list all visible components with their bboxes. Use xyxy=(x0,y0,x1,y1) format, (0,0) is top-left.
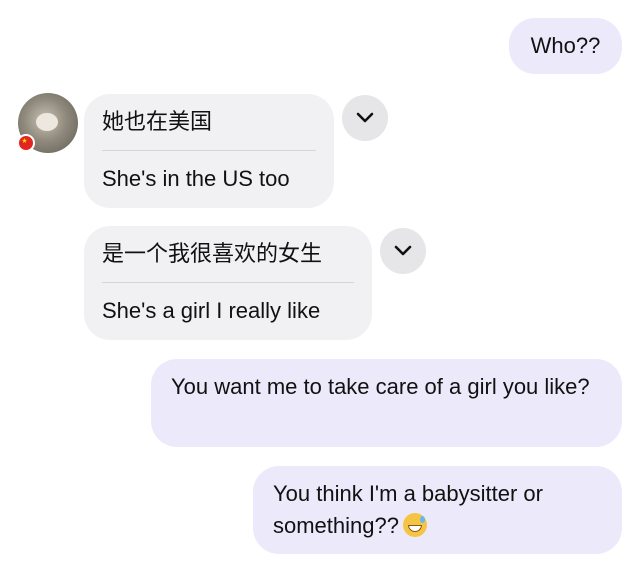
translation-options-button[interactable] xyxy=(342,95,388,141)
outgoing-message-bubble[interactable]: Who?? xyxy=(509,18,622,74)
outgoing-message-bubble[interactable]: You think I'm a babysitter or something?… xyxy=(253,466,622,554)
outgoing-message-bubble[interactable]: You want me to take care of a girl you l… xyxy=(151,359,622,447)
original-message-text: 是一个我很喜欢的女生 xyxy=(102,241,323,266)
incoming-message-bubble[interactable]: 是一个我很喜欢的女生 She's a girl I really like xyxy=(84,226,372,340)
chevron-down-icon xyxy=(394,245,412,256)
china-flag-icon: ★ xyxy=(17,134,35,152)
message-text: Who?? xyxy=(530,33,601,58)
chevron-down-icon xyxy=(356,112,374,123)
grinning-sweat-emoji-icon xyxy=(402,513,427,537)
translated-message-text: She's a girl I really like xyxy=(102,298,321,323)
translation-options-button[interactable] xyxy=(380,228,426,274)
original-message-text: 她也在美国 xyxy=(102,109,213,134)
translated-message-text: She's in the US too xyxy=(102,166,290,191)
incoming-message-bubble[interactable]: 她也在美国 She's in the US too xyxy=(84,94,334,208)
chat-thread: Who?? ★ 她也在美国 She's in the US too 是一个我很喜… xyxy=(0,0,640,573)
avatar-image-detail xyxy=(36,113,58,131)
message-text: You want me to take care of a girl you l… xyxy=(171,374,590,399)
